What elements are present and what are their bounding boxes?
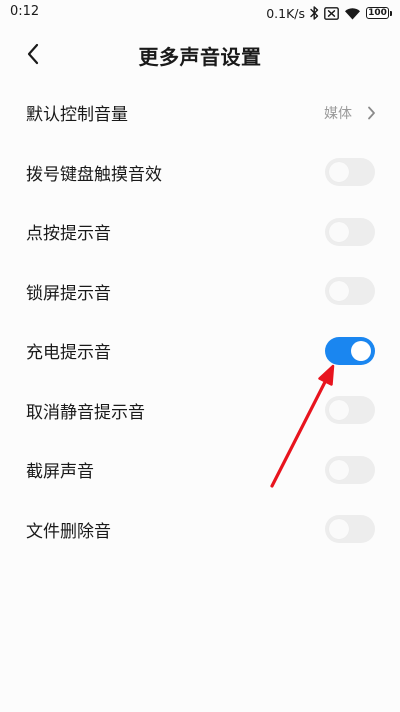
toggle-knob xyxy=(329,459,349,480)
setting-row-file-delete-sound: 文件删除音 xyxy=(0,500,400,560)
setting-row-lock-screen-sound: 锁屏提示音 xyxy=(0,262,400,322)
bluetooth-icon xyxy=(310,6,319,20)
setting-label: 点按提示音 xyxy=(26,224,111,245)
setting-label: 充电提示音 xyxy=(26,343,111,364)
default-volume-label: 默认控制音量 xyxy=(26,105,128,126)
setting-label: 锁屏提示音 xyxy=(26,283,111,304)
chevron-right-icon xyxy=(367,106,376,120)
status-time: 0:12 xyxy=(10,4,40,19)
setting-row-unmute-sound: 取消静音提示音 xyxy=(0,381,400,441)
battery-level: 100 xyxy=(366,7,389,19)
tap-sound-toggle[interactable] xyxy=(325,217,375,246)
dialpad-touch-sound-toggle[interactable] xyxy=(325,158,375,187)
default-volume-row[interactable]: 默认控制音量 媒体 xyxy=(0,83,400,143)
setting-row-tap-sound: 点按提示音 xyxy=(0,202,400,262)
toggle-knob xyxy=(329,162,349,183)
toggle-knob xyxy=(329,400,349,421)
setting-label: 文件删除音 xyxy=(26,521,111,542)
unmute-sound-toggle[interactable] xyxy=(325,396,375,425)
lock-screen-sound-toggle[interactable] xyxy=(325,277,375,306)
page-title: 更多声音设置 xyxy=(138,45,262,69)
toggle-knob xyxy=(329,221,349,242)
toggle-knob xyxy=(329,519,349,540)
setting-row-screenshot-sound: 截屏声音 xyxy=(0,440,400,500)
default-volume-value: 媒体 xyxy=(324,105,352,122)
file-delete-sound-toggle[interactable] xyxy=(325,515,375,544)
network-speed: 0.1K/s xyxy=(266,5,305,21)
status-bar: 0:12 0.1K/s 100 xyxy=(0,0,400,26)
wifi-icon xyxy=(344,7,361,20)
toggle-knob xyxy=(351,340,371,361)
setting-row-charging-sound: 充电提示音 xyxy=(0,321,400,381)
battery-icon: 100 xyxy=(366,7,392,19)
setting-row-dialpad-touch-sound: 拨号键盘触摸音效 xyxy=(0,143,400,203)
settings-list: 默认控制音量 媒体 拨号键盘触摸音效 点按提示音 锁屏提示音 充电提示音 取消静… xyxy=(0,83,400,559)
screenshot-sound-toggle[interactable] xyxy=(325,455,375,484)
header: 更多声音设置 xyxy=(0,26,400,82)
screen: 0:12 0.1K/s 100 更多声音设置 默认控制音量 媒体 拨号键盘触摸音… xyxy=(0,0,400,712)
charging-sound-toggle[interactable] xyxy=(325,336,375,365)
status-icons: 0.1K/s 100 xyxy=(266,3,392,23)
setting-label: 拨号键盘触摸音效 xyxy=(26,164,162,185)
setting-label: 截屏声音 xyxy=(26,462,94,483)
sim-error-icon xyxy=(324,6,339,20)
toggle-knob xyxy=(329,281,349,302)
setting-label: 取消静音提示音 xyxy=(26,402,145,423)
